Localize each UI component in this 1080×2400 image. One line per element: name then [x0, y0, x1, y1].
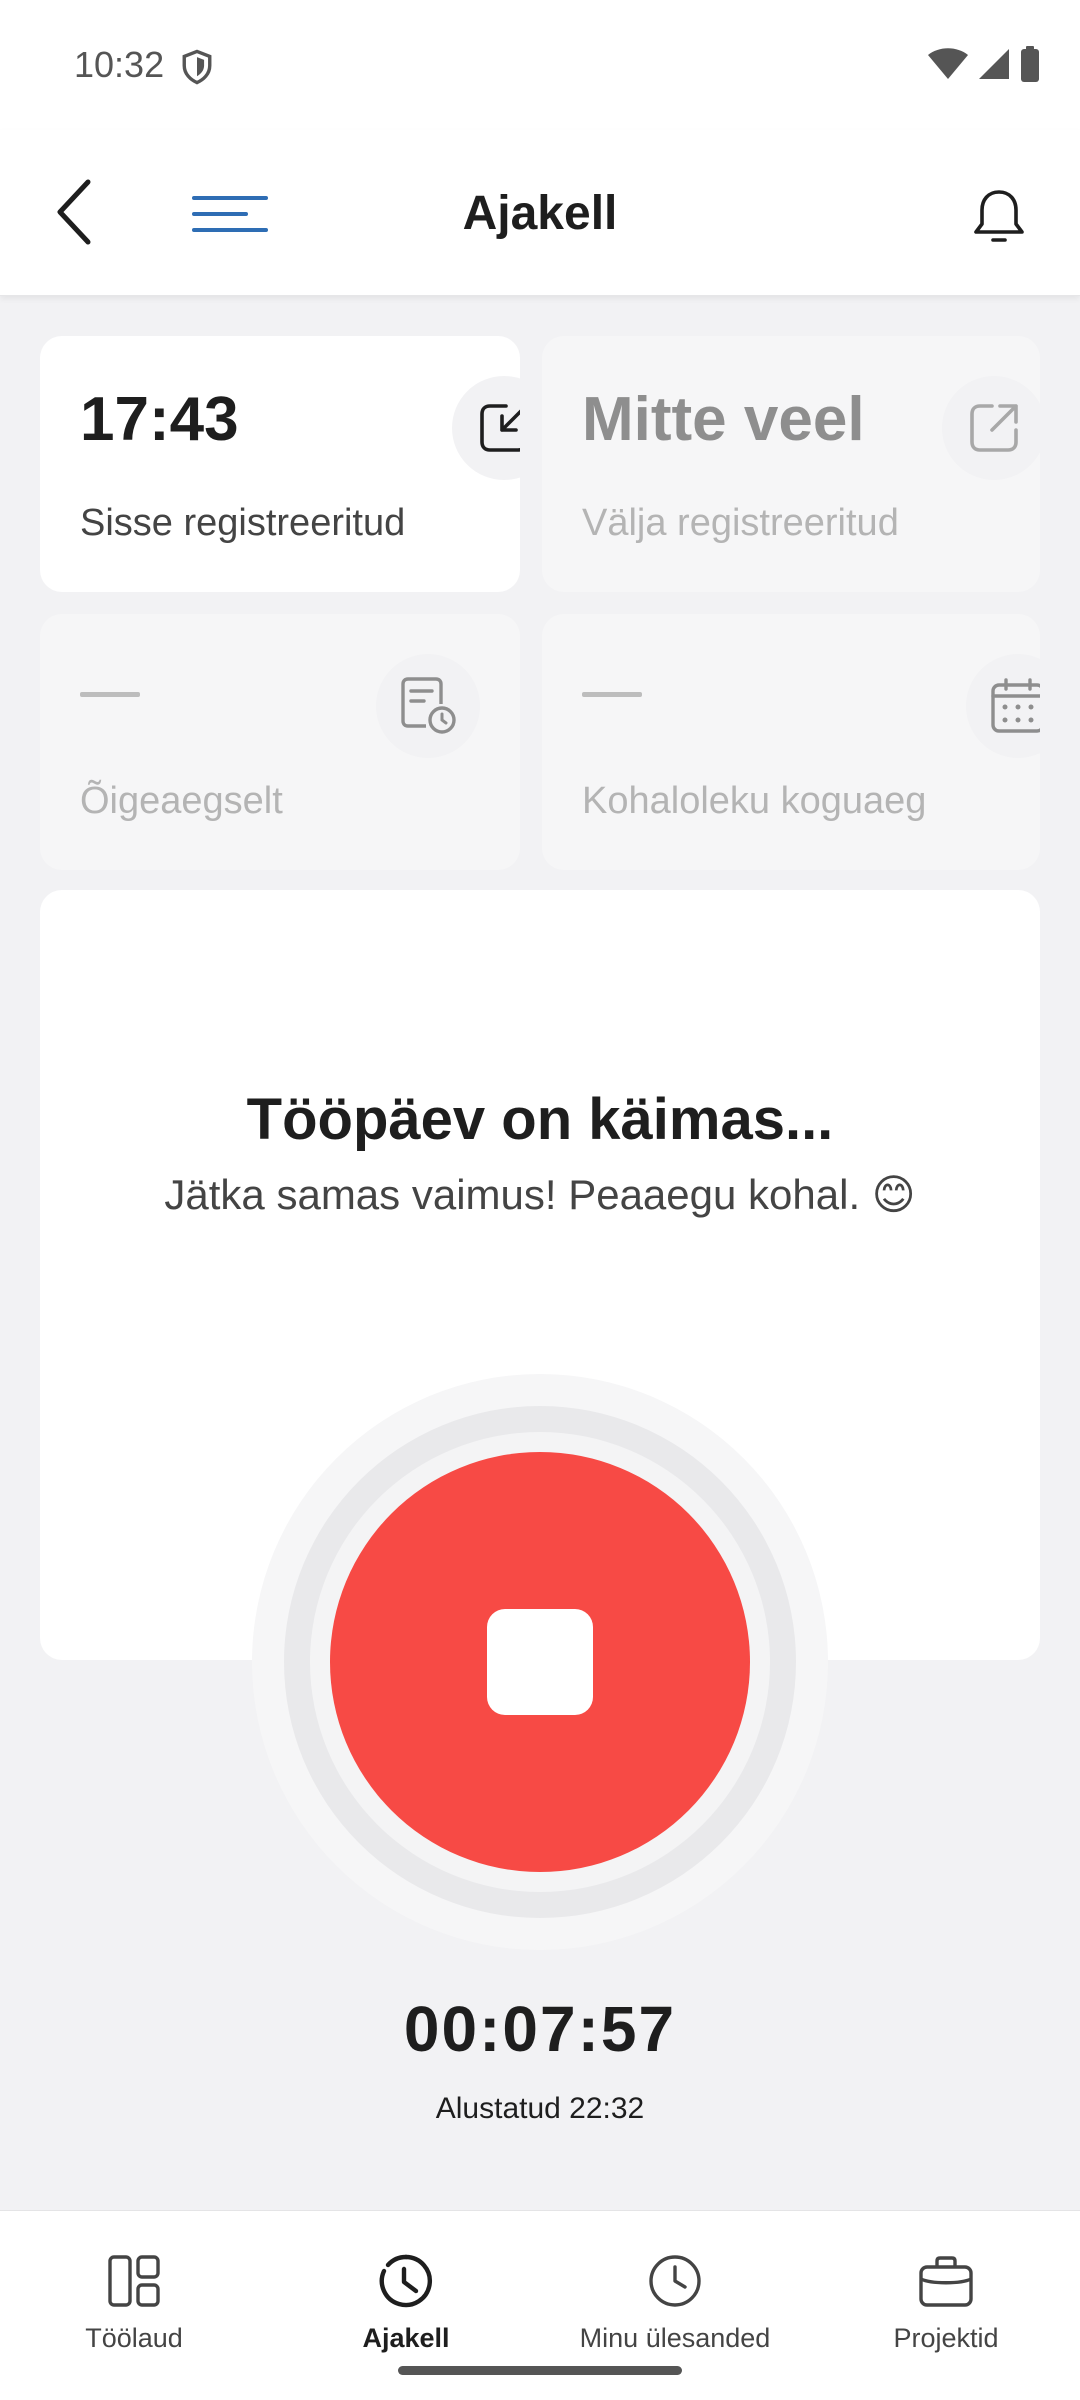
nav-label-projektid: Projektid — [893, 2323, 999, 2353]
check-in-card[interactable]: 17:43 Sisse registreeritud — [40, 336, 520, 592]
workday-status-subtitle: Jätka samas vaimus! Peaaegu kohal. 😊 — [164, 1171, 916, 1218]
total-presence-dash — [582, 692, 642, 697]
wifi-icon — [928, 48, 968, 79]
battery-icon — [1021, 46, 1039, 82]
signal-icon — [979, 49, 1009, 79]
on-time-dash — [80, 692, 140, 697]
on-time-icon-wrap — [376, 654, 480, 758]
nav-label-toolaud: Töölaud — [85, 2323, 183, 2353]
page-title: Ajakell — [462, 187, 618, 240]
check-in-time: 17:43 — [80, 385, 239, 454]
clock-icon — [649, 2255, 701, 2307]
nav-item-ajakell[interactable]: Ajakell — [336, 2211, 476, 2361]
arrow-out-icon — [970, 404, 1018, 452]
calendar-icon — [991, 678, 1040, 733]
clock-icon — [379, 2254, 432, 2308]
nav-item-projektid[interactable]: Projektid — [876, 2211, 1016, 2361]
document-clock-icon — [401, 677, 456, 734]
briefcase-icon — [919, 2256, 973, 2307]
notification-bell-icon[interactable] — [970, 186, 1028, 250]
calendar-icon-wrap — [966, 654, 1040, 758]
nav-label-minu-ulesanded: Minu ülesanded — [579, 2323, 771, 2353]
on-time-label: Õigeaegselt — [80, 780, 283, 822]
check-out-card[interactable]: Mitte veel Välja registreeritud — [542, 336, 1040, 592]
status-bar: 10:32 — [0, 0, 1080, 130]
total-presence-card[interactable]: Kohaloleku koguaeg — [542, 614, 1040, 870]
dashboard-icon — [108, 2255, 160, 2307]
check-out-value: Mitte veel — [582, 385, 865, 454]
status-time: 10:32 — [74, 44, 165, 85]
shield-icon — [182, 49, 212, 85]
on-time-card[interactable]: Õigeaegselt — [40, 614, 520, 870]
nav-item-toolaud[interactable]: Töölaud — [64, 2211, 204, 2361]
check-in-icon-wrap — [452, 376, 520, 480]
nav-item-minu-ulesanded[interactable]: Minu ülesanded — [560, 2211, 790, 2361]
check-in-label: Sisse registreeritud — [80, 502, 406, 544]
stop-clock-button[interactable] — [330, 1452, 750, 1872]
status-icons — [928, 46, 1040, 82]
app-header: Ajakell — [0, 130, 1080, 296]
total-presence-label: Kohaloleku koguaeg — [582, 780, 927, 822]
elapsed-timer: 00:07:57 — [403, 1993, 677, 2065]
stop-icon — [487, 1609, 593, 1715]
arrow-in-icon — [480, 404, 520, 452]
check-out-label: Välja registreeritud — [582, 502, 899, 544]
check-out-icon-wrap — [942, 376, 1040, 480]
nav-label-ajakell: Ajakell — [362, 2323, 450, 2353]
home-indicator[interactable] — [398, 2366, 682, 2375]
workday-status-title: Tööpäev on käimas... — [246, 1087, 834, 1152]
started-at-label: Alustatud 22:32 — [435, 2092, 645, 2125]
